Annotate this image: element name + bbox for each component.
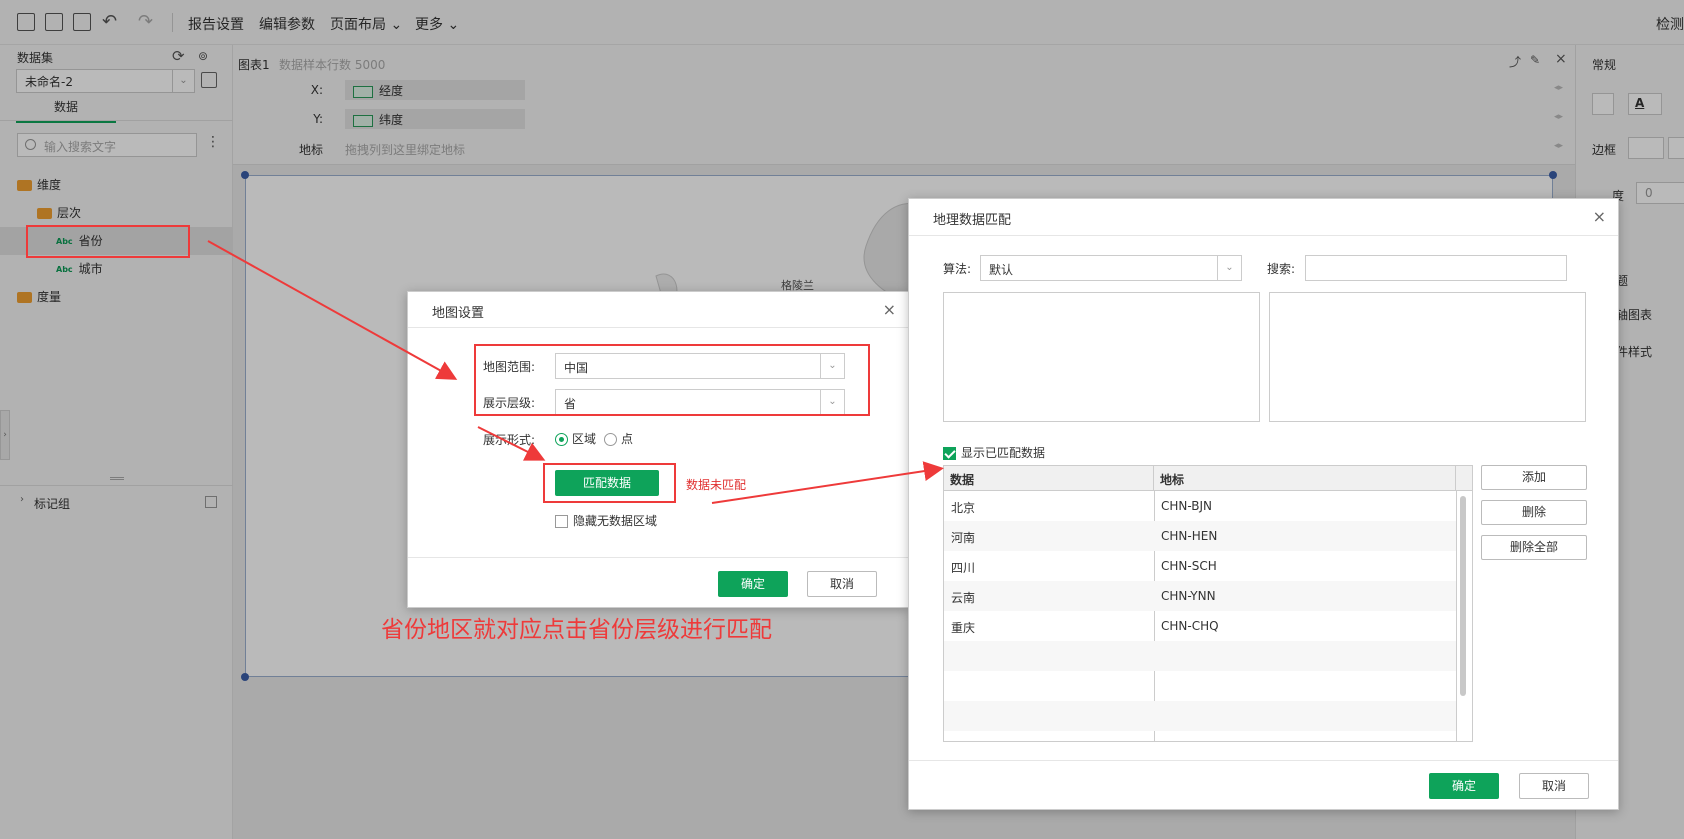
arrow-to-match-button: [477, 426, 546, 461]
arrow-to-map-settings: [207, 240, 458, 380]
annotation-caption: 省份地区就对应点击省份层级进行匹配: [381, 617, 772, 643]
annotation-arrows: [207, 240, 944, 504]
arrow-to-match-dialog: [711, 461, 944, 504]
